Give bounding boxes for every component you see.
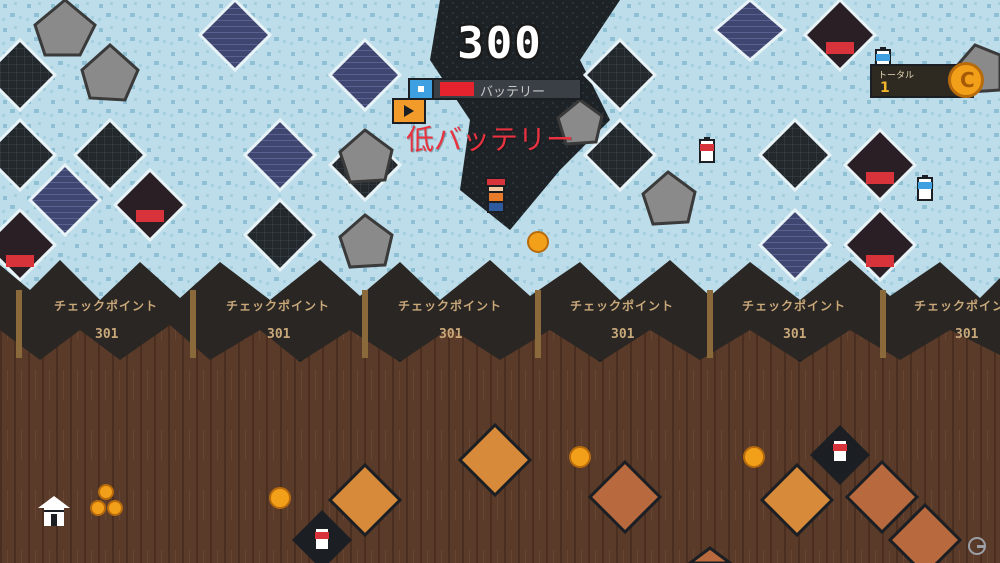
battery-fill (440, 82, 474, 96)
battery-label: バッテリー (480, 85, 546, 100)
checkpoint-label: チェックポイント (54, 299, 159, 313)
checkpoint-number: 301 (611, 327, 635, 342)
checkpoint-label: チェックポイント (226, 299, 331, 313)
checkpoint-label: チェックポイント (570, 299, 675, 313)
checkpoint-number: 301 (439, 327, 463, 342)
battery-icon (408, 78, 434, 100)
low-battery-warning: 低バッテリー (406, 123, 575, 156)
coins-ice (527, 231, 549, 253)
player-miner (485, 177, 507, 213)
checkpoint-number: 301 (955, 327, 979, 342)
battery-meter: バッテリー (408, 78, 582, 100)
coin-icon (948, 62, 984, 98)
checkpoint-number: 301 (783, 327, 807, 342)
score-counter: 300 (457, 18, 543, 69)
checkpoint-label: チェックポイント (914, 299, 1000, 313)
checkpoint-number: 301 (267, 327, 291, 342)
home-button[interactable] (36, 494, 72, 528)
checkpoint-number: 301 (95, 327, 119, 342)
checkpoint-label: チェックポイント (398, 299, 503, 313)
total-value: 1 (880, 80, 890, 96)
watermark-logo (968, 537, 986, 555)
home-icon (38, 496, 70, 526)
checkpoint-label: チェックポイント (742, 299, 847, 313)
